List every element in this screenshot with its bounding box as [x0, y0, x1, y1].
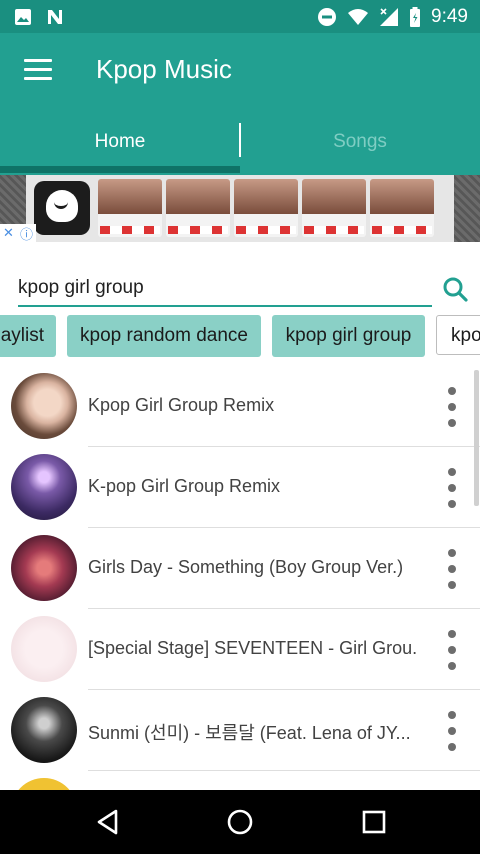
- ad-choices[interactable]: ✕ ⓘ: [0, 224, 36, 242]
- list-item[interactable]: Sunmi (선미) - 보름달 (Feat. Lena of JY...: [0, 690, 480, 771]
- info-icon[interactable]: ⓘ: [20, 224, 33, 243]
- recents-icon[interactable]: [360, 808, 388, 836]
- ad-banner[interactable]: ✕ ⓘ: [0, 175, 480, 242]
- close-icon[interactable]: ✕: [3, 225, 14, 241]
- signal-icon: [380, 8, 399, 26]
- ad-thumbnail: [302, 179, 366, 237]
- more-options-icon[interactable]: [446, 549, 458, 589]
- song-thumbnail: [11, 454, 77, 520]
- chip-kpop[interactable]: kpop: [436, 315, 480, 355]
- ad-thumbnail: [166, 179, 230, 237]
- list-item[interactable]: [0, 771, 480, 790]
- chip-kpop-girl-group[interactable]: kpop girl group: [272, 315, 425, 357]
- battery-icon: [410, 7, 421, 27]
- suggestion-chips: Playlist kpop random dance kpop girl gro…: [0, 315, 480, 359]
- song-thumbnail: [11, 616, 77, 682]
- tab-home[interactable]: Home: [0, 121, 240, 163]
- image-icon: [15, 9, 31, 25]
- tab-songs[interactable]: Songs: [240, 121, 480, 163]
- clock: 9:49: [431, 6, 468, 27]
- list-item[interactable]: [Special Stage] SEVENTEEN - Girl Grou...: [0, 609, 480, 690]
- wifi-icon: [348, 9, 369, 25]
- status-bar: 9:49: [0, 0, 480, 33]
- hamburger-menu-icon[interactable]: [24, 59, 52, 83]
- list-item[interactable]: Girls Day - Something (Boy Group Ver.): [0, 528, 480, 609]
- song-list: Kpop Girl Group Remix K-pop Girl Group R…: [0, 366, 480, 790]
- more-options-icon[interactable]: [446, 468, 458, 508]
- ad-thumbnail: [234, 179, 298, 237]
- scrollbar[interactable]: [474, 370, 479, 506]
- ad-thumbnail: [98, 179, 162, 237]
- tab-indicator: [0, 166, 240, 173]
- song-title: Sunmi (선미) - 보름달 (Feat. Lena of JY...: [88, 723, 411, 743]
- chip-playlist[interactable]: Playlist: [0, 315, 56, 357]
- ad-thumbnail: [370, 179, 434, 237]
- song-title: Girls Day - Something (Boy Group Ver.): [88, 557, 404, 577]
- system-nav-bar: [0, 790, 480, 854]
- song-thumbnail: [11, 697, 77, 763]
- song-title: [Special Stage] SEVENTEEN - Girl Grou...: [88, 638, 418, 658]
- search-field[interactable]: kpop girl group: [18, 267, 432, 307]
- search-input[interactable]: kpop girl group: [18, 277, 144, 299]
- song-title: Kpop Girl Group Remix: [88, 395, 275, 415]
- home-icon[interactable]: [226, 808, 254, 836]
- song-thumbnail: [11, 373, 77, 439]
- n-icon: [48, 10, 62, 24]
- ad-app-logo[interactable]: [34, 181, 90, 235]
- song-thumbnail: [11, 778, 77, 790]
- do-not-disturb-icon: [318, 8, 337, 26]
- search-icon[interactable]: [442, 276, 468, 302]
- ad-thumbnails: [98, 179, 434, 237]
- tab-bar: Home Songs: [0, 121, 480, 178]
- ad-edge-right: [454, 175, 480, 242]
- app-title: Kpop Music: [96, 54, 232, 84]
- song-thumbnail: [11, 535, 77, 601]
- chip-kpop-random-dance[interactable]: kpop random dance: [67, 315, 261, 357]
- more-options-icon[interactable]: [446, 711, 458, 751]
- app-bar: Kpop Music Home Songs: [0, 33, 480, 178]
- back-icon[interactable]: [94, 808, 122, 836]
- more-options-icon[interactable]: [446, 630, 458, 670]
- list-item[interactable]: Kpop Girl Group Remix: [0, 366, 480, 447]
- more-options-icon[interactable]: [446, 387, 458, 427]
- song-title: K-pop Girl Group Remix: [88, 476, 281, 496]
- list-item[interactable]: K-pop Girl Group Remix: [0, 447, 480, 528]
